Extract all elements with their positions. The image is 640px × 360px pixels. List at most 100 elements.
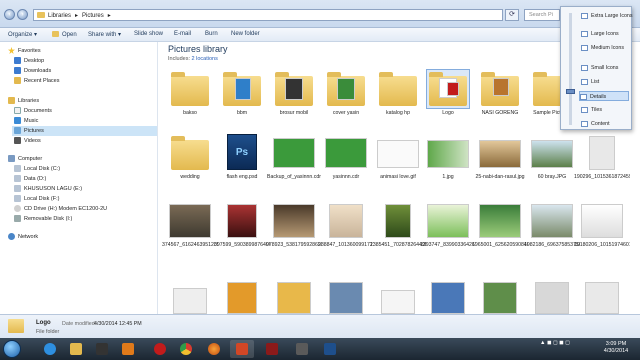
- large-icons-icon: [581, 31, 588, 37]
- file-item-row4-9[interactable]: [578, 280, 626, 314]
- back-button[interactable]: ‹: [4, 9, 15, 20]
- documents-icon: [14, 107, 21, 114]
- new-folder-button[interactable]: New folder: [231, 31, 260, 37]
- view-size-slider[interactable]: [569, 13, 572, 125]
- file-item-row4-2[interactable]: [218, 280, 266, 314]
- view-large-icons[interactable]: Large Icons: [581, 29, 631, 39]
- chevron-right-icon[interactable]: ▸: [75, 13, 78, 19]
- address-field[interactable]: Libraries ▸ Pictures ▸: [33, 9, 503, 21]
- folder-item-logo[interactable]: Logo: [424, 69, 472, 122]
- file-item-397599[interactable]: 397599_5903899876406591313272337_n.jpg: [214, 202, 270, 254]
- file-item-row4-6[interactable]: [424, 280, 472, 314]
- taskbar-ie[interactable]: [38, 340, 62, 358]
- taskbar-chrome[interactable]: [174, 340, 198, 358]
- breadcrumb-libraries[interactable]: Libraries: [48, 13, 71, 19]
- taskbar-explorer[interactable]: [64, 340, 88, 358]
- folder-item-cover-yasin[interactable]: cover yasin: [322, 70, 370, 122]
- file-item-backup-yasinnn-cdr[interactable]: Backup_of_yasinnn.cdr: [267, 134, 321, 186]
- chevron-right-icon[interactable]: ▸: [108, 13, 111, 19]
- image-thumbnail: [169, 280, 211, 314]
- file-item-374567[interactable]: 374567_616246395120523_18184557101913129…: [162, 202, 218, 254]
- file-label: yasinnn.cdr: [332, 174, 360, 180]
- forward-button[interactable]: ›: [17, 9, 28, 20]
- taskbar-photoshop[interactable]: [318, 340, 342, 358]
- small-icons-icon: [581, 65, 588, 71]
- email-button[interactable]: E-mail: [174, 31, 191, 37]
- file-item-yasinnn-cdr[interactable]: yasinnn.cdr: [322, 134, 370, 186]
- file-label: 190296_101536187245935539485188_n.jpg: [574, 174, 630, 180]
- file-label: 978923_53817959286212337097477930629484_…: [266, 242, 322, 248]
- file-item-190296[interactable]: 190296_101536187245935539485188_n.jpg: [574, 134, 630, 186]
- file-item-1-jpg[interactable]: 1.jpg: [424, 134, 472, 186]
- file-item-row4-1[interactable]: [166, 280, 214, 314]
- file-label: flash eng.psd: [226, 174, 258, 180]
- view-small-icons[interactable]: Small Icons: [581, 63, 631, 73]
- folder-item-brosur-mobil[interactable]: brosur mobil: [270, 70, 318, 122]
- taskbar-media[interactable]: [116, 340, 140, 358]
- taskbar-flash[interactable]: [260, 340, 284, 358]
- file-item-row4-4[interactable]: [322, 280, 370, 314]
- file-item-1385451[interactable]: 1385451_70287826449588_1185585010_n.jpg: [370, 202, 426, 254]
- organize-button[interactable]: Organize ▾: [8, 31, 37, 38]
- file-item-row4-5[interactable]: [374, 280, 422, 314]
- file-item-988847[interactable]: 988847_10136009917211511534458322_n.jpg: [318, 202, 374, 254]
- folder-icon: [169, 134, 211, 172]
- usb-drive-icon: [14, 215, 21, 222]
- start-button[interactable]: [3, 340, 21, 358]
- search-input[interactable]: Search Pi: [524, 9, 560, 21]
- drive-icon: [14, 185, 21, 192]
- details-icon: [580, 94, 587, 100]
- burn-button[interactable]: Burn: [205, 31, 218, 37]
- system-tray[interactable]: ▲ ◼ ◻ ◼ ◻: [540, 340, 570, 346]
- file-label: 988847_10136009917211511534458322_n.jpg: [318, 242, 374, 248]
- view-extra-large-icons[interactable]: Extra Large Icons: [581, 11, 633, 21]
- drive-icon: [14, 175, 21, 182]
- file-item-row4-7[interactable]: [476, 280, 524, 314]
- file-item-animasi-love-gif[interactable]: animasi love.gif: [374, 134, 422, 186]
- file-item-25-nabi-dan-rasul[interactable]: 25-nabi-dan-rasul.jpg: [475, 134, 525, 186]
- videos-icon: [14, 137, 21, 144]
- file-label: 25-nabi-dan-rasul.jpg: [475, 174, 525, 180]
- folder-icon: [221, 70, 263, 108]
- taskbar-firefox[interactable]: [202, 340, 226, 358]
- view-content[interactable]: Content: [581, 119, 631, 129]
- folder-item-bbm[interactable]: bbm: [218, 70, 266, 122]
- file-item-60-bray[interactable]: 60 bray.JPG: [528, 134, 576, 186]
- file-item-1965001[interactable]: 1965001_62562059084002534540531_n.jpg: [472, 202, 528, 254]
- downloads-icon: [14, 67, 21, 74]
- folder-item-bakso[interactable]: bakso: [166, 70, 214, 122]
- details-type: File folder: [36, 329, 60, 335]
- taskbar-powerpoint[interactable]: [230, 340, 254, 358]
- folder-item-katalog-hp[interactable]: katalog hp: [374, 70, 422, 122]
- slide-show-button[interactable]: Slide show: [134, 31, 163, 37]
- locations-link[interactable]: 2 locations: [192, 56, 218, 62]
- file-item-row4-3[interactable]: [270, 280, 318, 314]
- open-button[interactable]: Open: [52, 31, 77, 38]
- refresh-button[interactable]: ⟳: [505, 9, 519, 21]
- file-item-1393747[interactable]: 1393747_83990336426748_70949930400578077…: [420, 202, 476, 254]
- taskbar-media-player[interactable]: [90, 340, 114, 358]
- breadcrumb-pictures[interactable]: Pictures: [82, 13, 104, 19]
- view-details[interactable]: Details: [579, 91, 629, 101]
- file-item-row4-8[interactable]: [528, 280, 576, 314]
- taskbar-app[interactable]: [290, 340, 314, 358]
- file-item-10180206[interactable]: 10180206_10151974601321636_8716790067630…: [574, 202, 630, 254]
- clock[interactable]: 3:09 PM 4/30/2014: [596, 341, 636, 355]
- cd-drive-icon: [14, 205, 21, 212]
- view-size-slider-thumb[interactable]: [566, 89, 575, 94]
- folder-item-nasi-goreng[interactable]: NASI GORENG: [476, 70, 524, 122]
- view-tiles[interactable]: Tiles: [581, 105, 631, 115]
- nav-pictures[interactable]: Pictures: [12, 126, 157, 136]
- image-thumbnail: [531, 280, 573, 314]
- share-with-button[interactable]: Share with ▾: [88, 31, 121, 38]
- image-thumbnail: [377, 280, 419, 314]
- file-label: brosur mobil: [279, 110, 309, 116]
- file-item-1982186[interactable]: 1982186_69637585375676_78328420414207999…: [524, 202, 580, 254]
- file-item-flash-eng-psd[interactable]: Ps flash eng.psd: [218, 134, 266, 186]
- taskbar-opera[interactable]: [148, 340, 172, 358]
- file-item-978923[interactable]: 978923_53817959286212337097477930629484_…: [266, 202, 322, 254]
- view-medium-icons[interactable]: Medium Icons: [581, 43, 631, 53]
- view-list[interactable]: List: [581, 77, 631, 87]
- photoshop-icon: Ps: [221, 134, 263, 172]
- folder-item-wedding[interactable]: wedding: [166, 134, 214, 186]
